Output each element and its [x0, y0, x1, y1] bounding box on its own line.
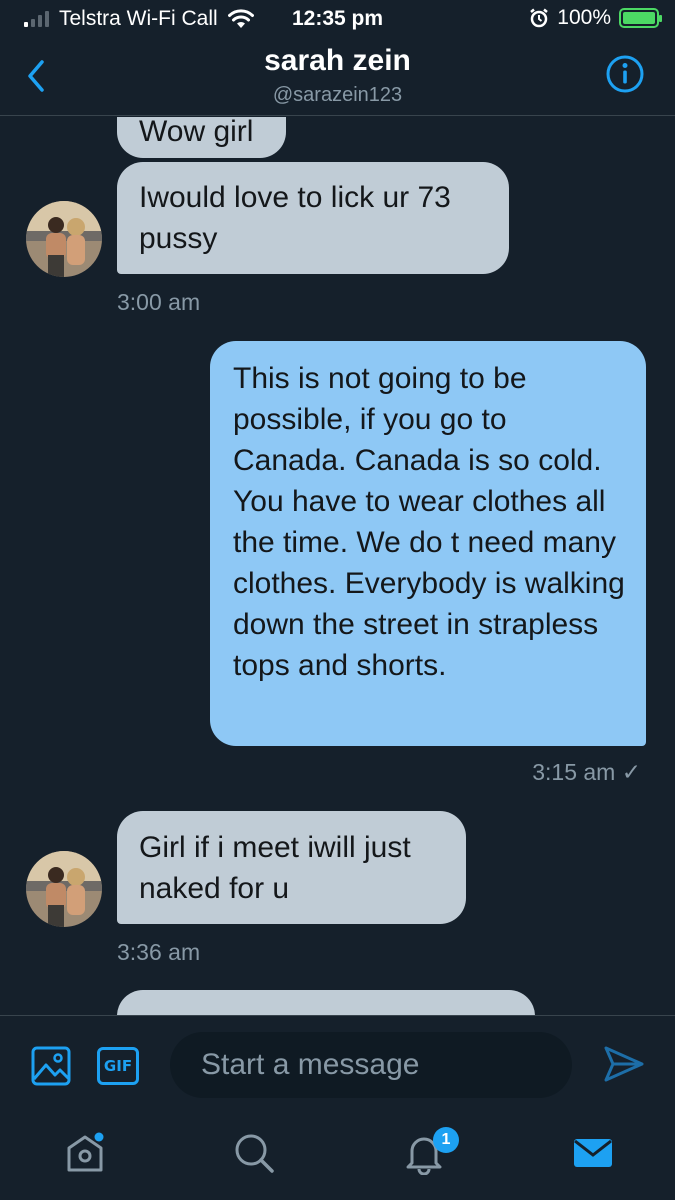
info-icon[interactable]	[605, 54, 645, 94]
message-bubble-received-partial[interactable]	[117, 990, 535, 1015]
message-bubble-received[interactable]: Wow girl	[117, 117, 286, 158]
message-bubble-received[interactable]: Iwould love to lick ur 73 pussy	[117, 162, 509, 274]
contact-name[interactable]: sarah zein	[0, 44, 675, 78]
contact-avatar[interactable]	[26, 851, 102, 927]
image-icon[interactable]	[31, 1046, 71, 1086]
message-text: Girl if i meet iwill just naked for u	[139, 831, 411, 905]
home-icon[interactable]	[63, 1131, 107, 1175]
send-icon[interactable]	[603, 1044, 645, 1084]
conversation-header: sarah zein @sarazein123	[0, 38, 675, 116]
search-icon[interactable]	[232, 1131, 276, 1175]
contact-handle: @sarazein123	[272, 84, 403, 106]
status-right: 100%	[529, 6, 662, 30]
messages-envelope-icon[interactable]	[571, 1131, 615, 1175]
battery-percent: 100%	[557, 6, 611, 29]
message-thread[interactable]: Wow girl Iwould love to lick ur 73 pussy…	[0, 117, 675, 1015]
status-bar: Telstra Wi-Fi Call 12:35 pm 100%	[0, 0, 675, 38]
battery-icon	[619, 8, 662, 28]
message-timestamp: 3:15 am ✓	[532, 759, 641, 785]
message-text: Iwould love to lick ur 73 pussy	[139, 181, 451, 255]
avatar-photo	[26, 201, 102, 277]
message-text: Wow girl	[139, 117, 254, 148]
message-bubble-sent[interactable]: This is not going to be possible, if you…	[210, 341, 646, 746]
gif-icon[interactable]: GIF	[97, 1047, 139, 1085]
alarm-icon	[530, 8, 549, 28]
message-timestamp: 3:00 am	[117, 289, 201, 315]
contact-avatar[interactable]	[26, 201, 102, 277]
bottom-tab-bar	[0, 1111, 675, 1200]
message-timestamp: 3:36 am	[117, 939, 201, 965]
message-text: This is not going to be possible, if you…	[233, 362, 625, 682]
message-bubble-received[interactable]: Girl if i meet iwill just naked for u	[117, 811, 466, 924]
avatar-photo	[26, 851, 102, 927]
message-input[interactable]	[170, 1032, 572, 1098]
message-composer: GIF	[0, 1015, 675, 1111]
notification-count-badge: 1	[433, 1127, 459, 1153]
